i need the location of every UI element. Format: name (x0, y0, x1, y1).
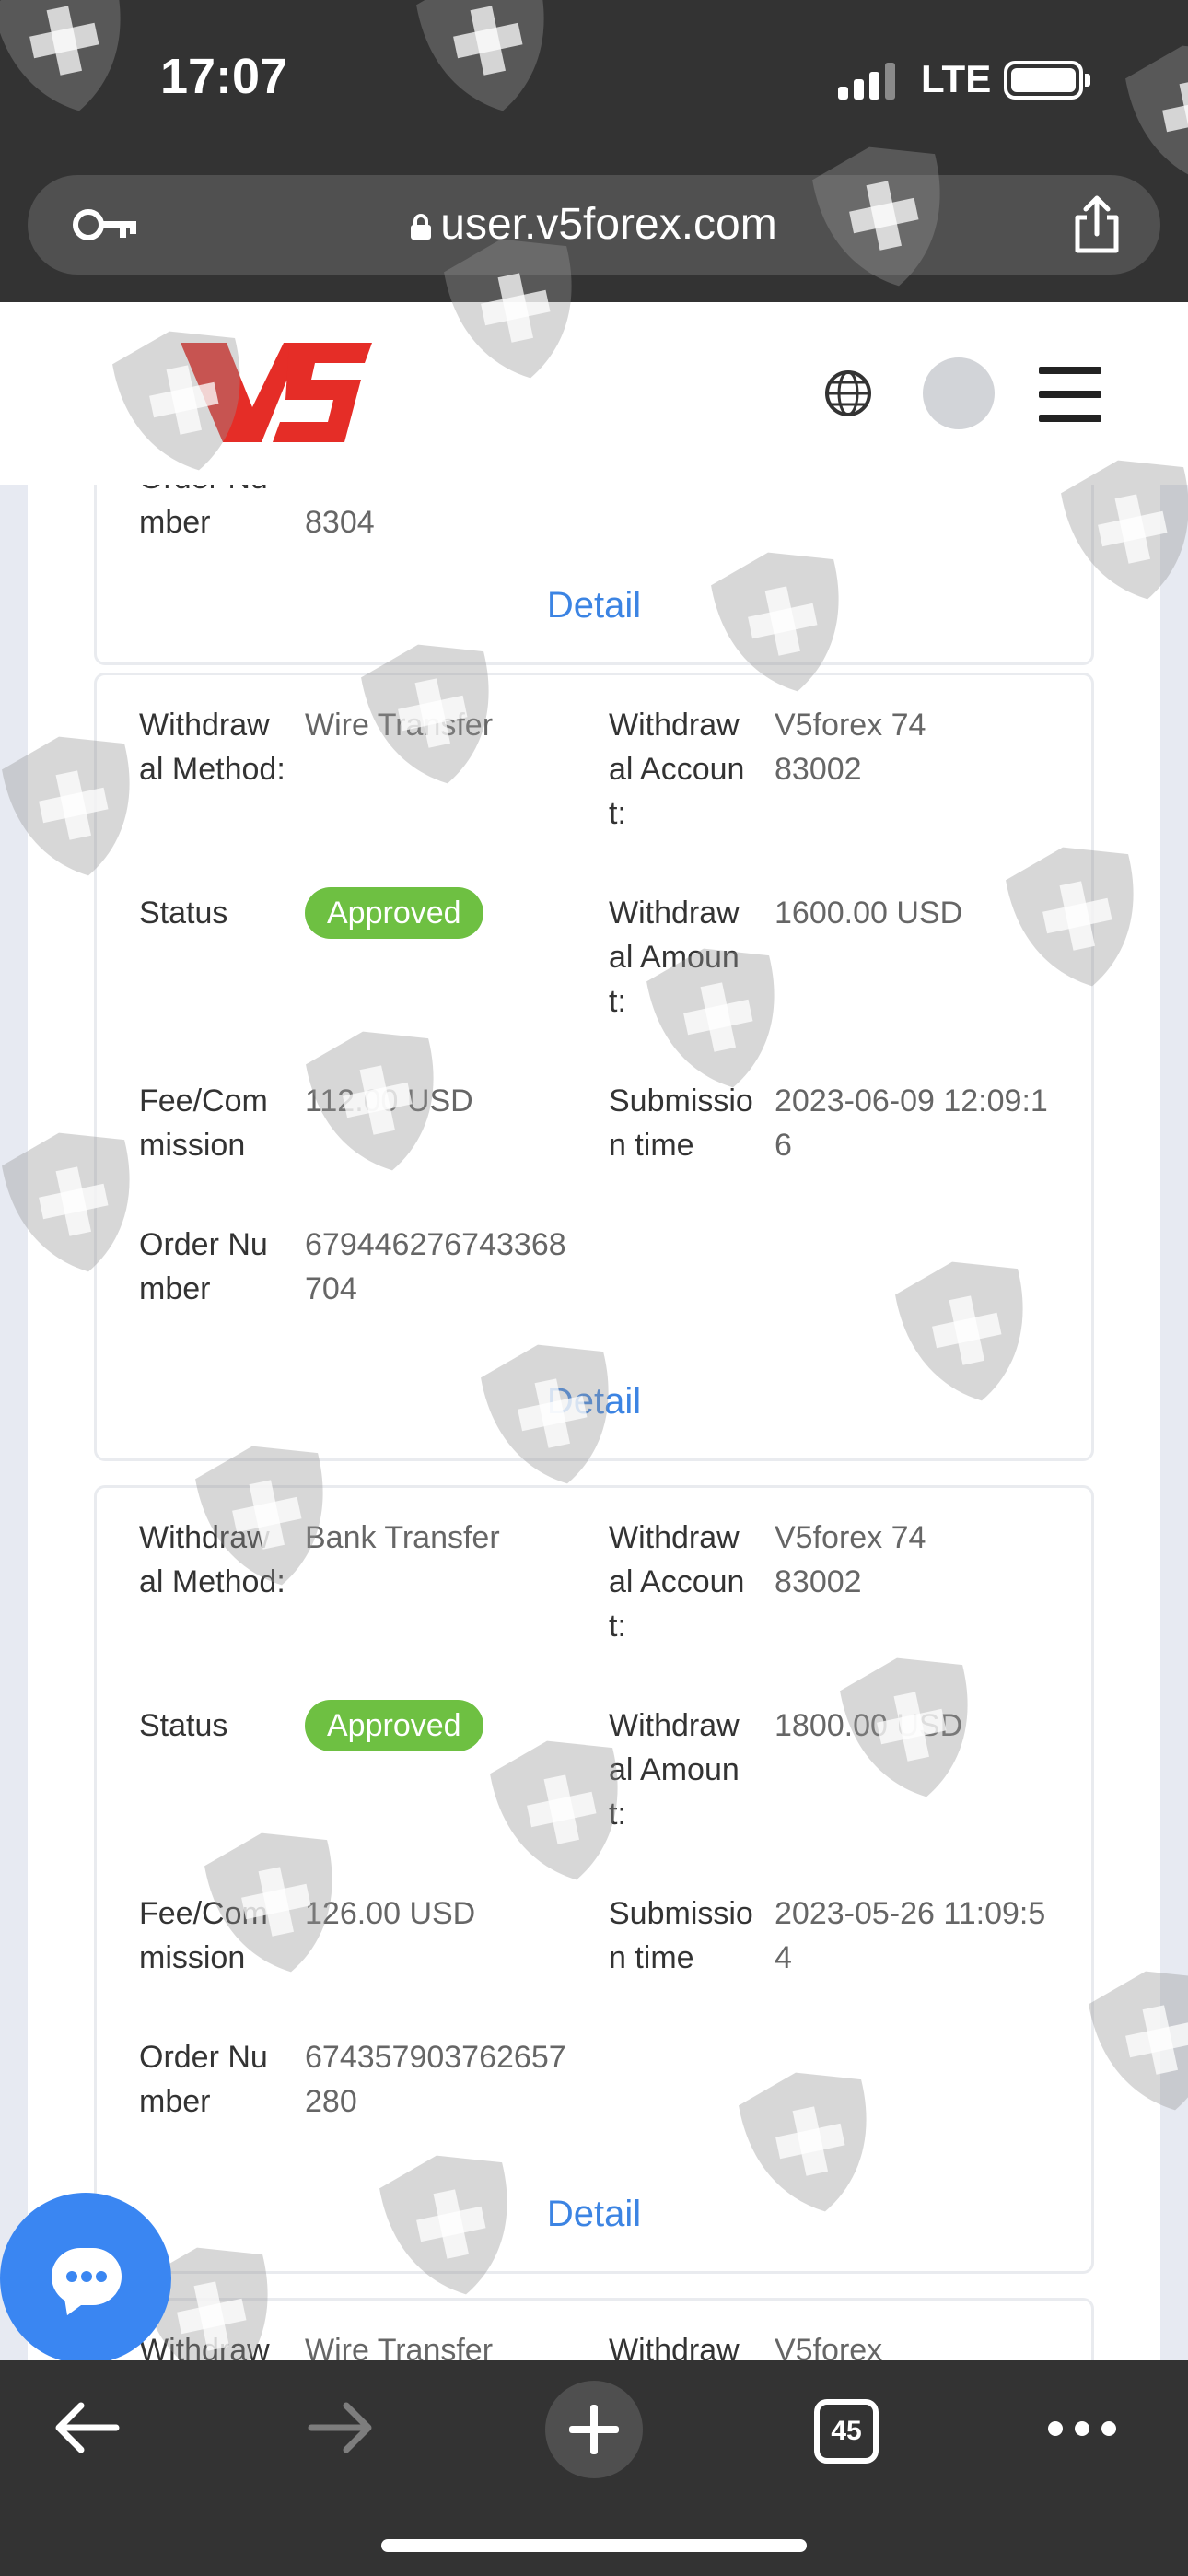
signal-icon (838, 63, 899, 100)
label-withdrawal-method: Withdrawal Method: (139, 708, 285, 787)
label-order-number: Order Number (139, 1227, 268, 1306)
value-order-number: 8304 (305, 505, 375, 540)
status-badge: Approved (305, 887, 483, 939)
label-status: Status (139, 896, 228, 931)
value-order-number: 674357903762657280 (305, 2040, 566, 2119)
lock-icon (411, 214, 432, 240)
page-gutter-left (0, 485, 28, 2360)
home-indicator (381, 2539, 807, 2552)
withdrawal-card: Withdrawal Method: Bank Transfer Withdra… (94, 1485, 1094, 2274)
label-withdrawal-account: Withdrawal Account: (609, 708, 745, 831)
plus-icon[interactable] (545, 2381, 643, 2478)
more-icon[interactable] (1048, 2421, 1116, 2436)
url-display[interactable]: user.v5forex.com (28, 199, 1160, 250)
avatar[interactable] (923, 357, 995, 429)
tabs-icon[interactable]: 45 (814, 2399, 879, 2464)
value-withdrawal-account: V5forex (775, 2333, 883, 2360)
withdrawal-card: Withdrawal Method: Wire Transfer Withdra… (94, 2298, 1094, 2360)
value-submission-time: 2023-06-09 12:09:16 (775, 1083, 1048, 1163)
label-submission-time: Submission time (609, 1896, 753, 1975)
withdrawal-list: Order Number 8304 Detail Withdrawal Meth… (0, 485, 1188, 2360)
menu-icon[interactable] (1039, 367, 1101, 422)
label-submission-time: Submission time (609, 1083, 753, 1163)
v5-logo[interactable] (181, 341, 374, 444)
label-order-number: Order Number (139, 2040, 268, 2119)
status-time: 17:07 (160, 49, 288, 104)
value-withdrawal-method: Wire Transfer (305, 708, 494, 743)
value-fee: 112.00 USD (305, 1083, 473, 1118)
value-withdrawal-method: Bank Transfer (305, 1520, 500, 1555)
chat-icon (52, 2248, 122, 2305)
battery-icon (1004, 61, 1090, 100)
value-withdrawal-account: V5forex 7483002 (775, 1520, 926, 1599)
value-submission-time: 2023-05-26 11:09:54 (775, 1896, 1046, 1975)
label-withdrawal-amount: Withdrawal Amount: (609, 1708, 740, 1832)
label-withdrawal-method: Withdrawal Method: (139, 2333, 270, 2360)
globe-icon[interactable] (823, 369, 873, 418)
value-withdrawal-method: Wire Transfer (305, 2333, 494, 2360)
label-order-number: Order Number (139, 485, 268, 540)
site-header (0, 302, 1188, 485)
label-fee: Fee/Commission (139, 1083, 268, 1163)
label-withdrawal-method: Withdrawal Method: (139, 1520, 285, 1599)
address-bar[interactable]: user.v5forex.com (28, 175, 1160, 275)
detail-link[interactable]: Detail (97, 1379, 1091, 1423)
detail-link[interactable]: Detail (97, 583, 1091, 627)
value-withdrawal-account: V5forex 7483002 (775, 708, 926, 787)
back-icon[interactable] (50, 2395, 123, 2460)
label-fee: Fee/Commission (139, 1896, 268, 1975)
url-text: user.v5forex.com (440, 200, 777, 249)
share-icon[interactable] (1068, 195, 1125, 254)
value-withdrawal-amount: 1600.00 USD (775, 896, 963, 931)
value-fee: 126.00 USD (305, 1896, 476, 1931)
forward-icon[interactable] (304, 2395, 378, 2460)
chat-button[interactable] (0, 2193, 171, 2364)
label-withdrawal-account: Withdrawal Account: (609, 1520, 745, 1644)
label-withdrawal-account: Withdrawal Account: (609, 2333, 740, 2360)
detail-link[interactable]: Detail (97, 2192, 1091, 2236)
value-order-number: 679446276743368704 (305, 1227, 566, 1306)
value-withdrawal-amount: 1800.00 USD (775, 1708, 963, 1743)
status-bar: 17:07 LTE (0, 0, 1188, 166)
label-status: Status (139, 1708, 228, 1743)
network-label: LTE (921, 57, 992, 100)
status-badge: Approved (305, 1700, 483, 1751)
withdrawal-card: Order Number 8304 Detail (94, 485, 1094, 665)
withdrawal-card: Withdrawal Method: Wire Transfer Withdra… (94, 673, 1094, 1461)
label-withdrawal-amount: Withdrawal Amount: (609, 896, 740, 1019)
page-gutter-right (1160, 485, 1188, 2360)
